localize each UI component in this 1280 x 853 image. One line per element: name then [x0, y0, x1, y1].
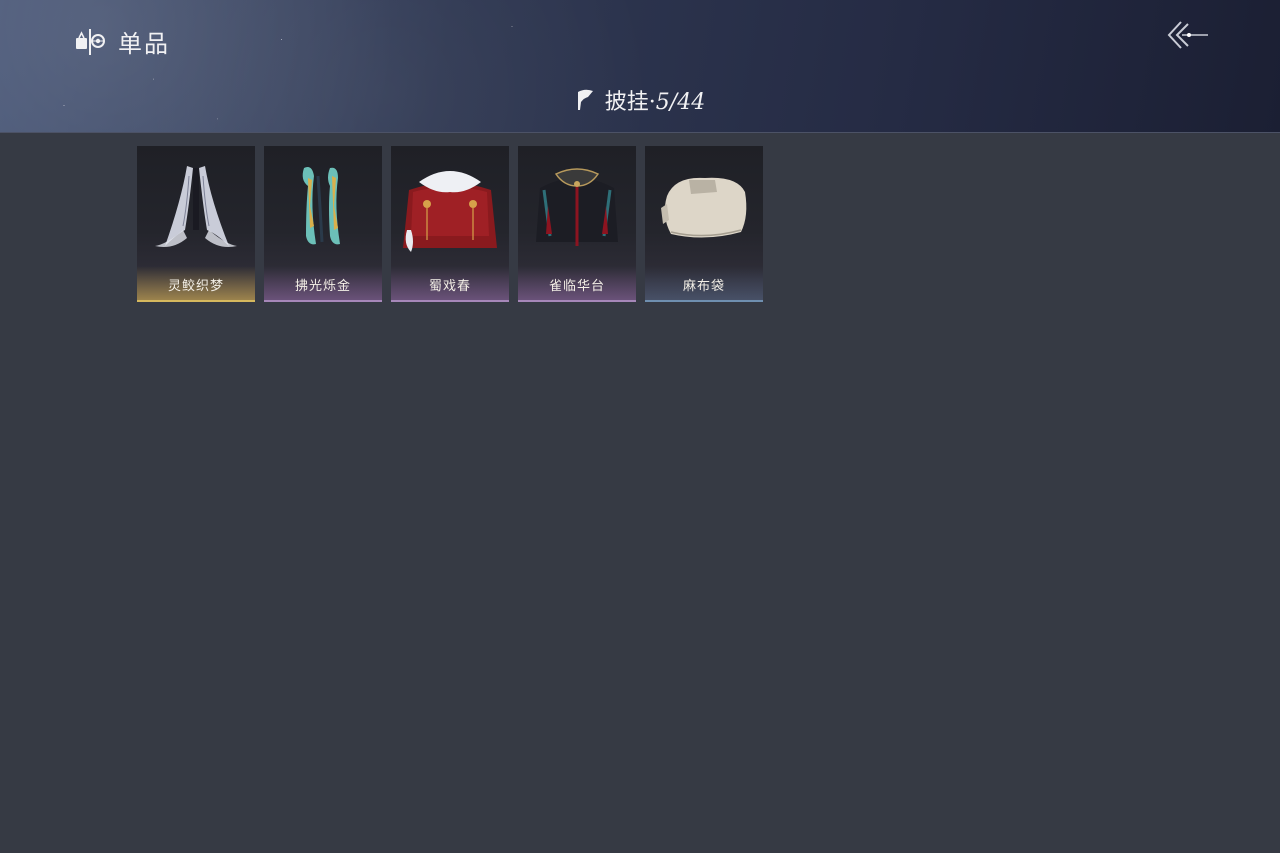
- white-silk-cape-icon: [155, 166, 237, 247]
- separator: ·: [648, 90, 656, 115]
- category-name: 披挂: [604, 90, 649, 115]
- item-card[interactable]: 灵鲛织梦: [137, 146, 255, 302]
- rarity-bar: [645, 300, 763, 302]
- back-arrow-icon[interactable]: [1164, 18, 1212, 52]
- top-header: 单品 披挂·5/44: [0, 0, 1280, 133]
- item-grid: 灵鲛织梦 拂光烁金 蜀戏春 雀临华台 麻布袋: [137, 146, 763, 302]
- item-name: 雀临华台: [548, 279, 605, 294]
- owned-count: 5/44: [655, 90, 706, 115]
- item-card[interactable]: 拂光烁金: [264, 146, 382, 302]
- black-phoenix-cape-icon: [536, 168, 618, 246]
- rarity-bar: [518, 300, 636, 302]
- item-name: 麻布袋: [682, 279, 725, 294]
- rarity-bar: [264, 300, 382, 302]
- item-name: 灵鲛织梦: [167, 279, 224, 294]
- wardrobe-icon: [76, 29, 105, 55]
- item-card[interactable]: 麻布袋: [645, 146, 763, 302]
- item-name: 拂光烁金: [294, 279, 351, 294]
- cape-icon: [577, 89, 593, 110]
- rarity-bar: [137, 300, 255, 302]
- item-card[interactable]: 雀临华台: [518, 146, 636, 302]
- rarity-bar: [391, 300, 509, 302]
- item-card[interactable]: 蜀戏春: [391, 146, 509, 302]
- teal-gold-ribbon-icon: [302, 167, 340, 245]
- burlap-sack-icon: [661, 177, 747, 238]
- item-name: 蜀戏春: [428, 279, 471, 294]
- category-subheader: 披挂·5/44: [0, 84, 1280, 118]
- page-title: 单品: [118, 30, 170, 58]
- red-fur-cape-icon: [403, 171, 497, 252]
